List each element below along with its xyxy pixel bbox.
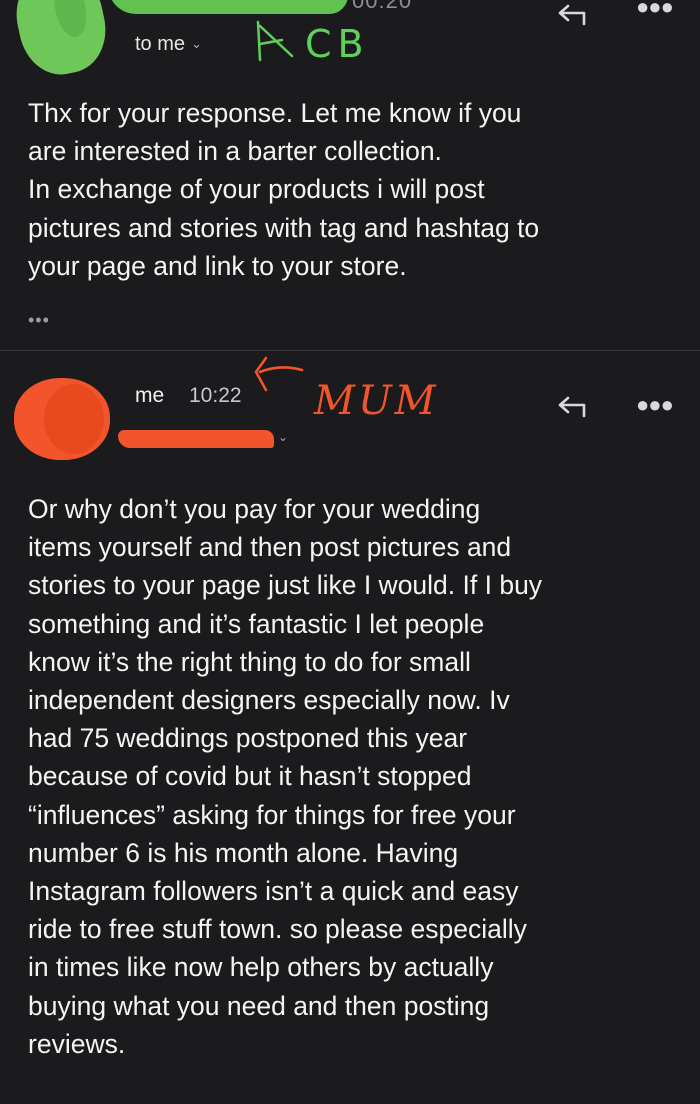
body-line: reviews. — [28, 1028, 126, 1059]
avatar[interactable] — [14, 378, 110, 460]
recipient-label: to me — [135, 33, 186, 55]
reply-icon[interactable] — [556, 2, 590, 26]
message-time: 00:20 — [352, 0, 413, 13]
body-line: something and it’s fantastic I let peopl… — [28, 608, 485, 639]
body-line: buying what you need and then posting — [28, 990, 490, 1021]
more-icon[interactable]: ●●● — [636, 0, 674, 20]
message-divider — [0, 350, 700, 351]
body-line: pictures and stories with tag and hashta… — [28, 212, 540, 243]
body-line: Instagram followers isn’t a quick and ea… — [28, 876, 519, 907]
body-line: number 6 is his month alone. Having — [28, 837, 459, 868]
handwritten-annotation: MUM — [314, 378, 439, 424]
redacted-sender-name — [108, 0, 348, 14]
message-header-1: 00:20 to me ⌄ CB ●●● — [0, 0, 700, 82]
show-trimmed-content-button[interactable]: ••• — [28, 310, 50, 331]
sender-name: me — [135, 384, 165, 407]
body-line: ride to free stuff town. so please espec… — [28, 914, 527, 945]
body-line: independent designers especially now. Iv — [28, 685, 510, 716]
reply-icon[interactable] — [556, 394, 590, 418]
body-line: in times like now help others by actuall… — [28, 952, 494, 983]
handwritten-arrow-icon — [254, 356, 304, 392]
handwritten-annotation: CB — [305, 22, 370, 66]
body-line: know it’s the right thing to do for smal… — [28, 646, 471, 677]
body-line: stories to your page just like I would. … — [28, 570, 543, 601]
body-line: are interested in a barter collection. — [28, 136, 442, 167]
chevron-down-icon[interactable]: ⌄ — [278, 430, 288, 444]
email-thread: 00:20 to me ⌄ CB ●●● Thx for your respons… — [0, 0, 700, 1104]
body-line: items yourself and then post pictures an… — [28, 532, 512, 563]
avatar[interactable] — [8, 0, 114, 82]
body-line: your page and link to your store. — [28, 250, 407, 281]
message-body-2: Or why don’t you pay for your wedding it… — [28, 490, 678, 1063]
more-icon[interactable]: ●●● — [636, 392, 674, 418]
body-line: In exchange of your products i will post — [28, 174, 485, 205]
message-time: 10:22 — [189, 384, 242, 407]
body-line: because of covid but it hasn’t stopped — [28, 761, 472, 792]
body-line: Thx for your response. Let me know if yo… — [28, 98, 522, 128]
handwritten-arrow-icon — [256, 20, 294, 62]
redacted-recipient — [118, 430, 274, 448]
chevron-down-icon: ⌄ — [191, 36, 202, 51]
body-line: “influences” asking for things for free … — [28, 799, 516, 830]
message-body-1: Thx for your response. Let me know if yo… — [28, 94, 678, 285]
body-line: had 75 weddings postponed this year — [28, 723, 468, 754]
body-line: Or why don’t you pay for your wedding — [28, 494, 481, 524]
recipient-details-toggle[interactable]: to me ⌄ — [135, 33, 202, 56]
